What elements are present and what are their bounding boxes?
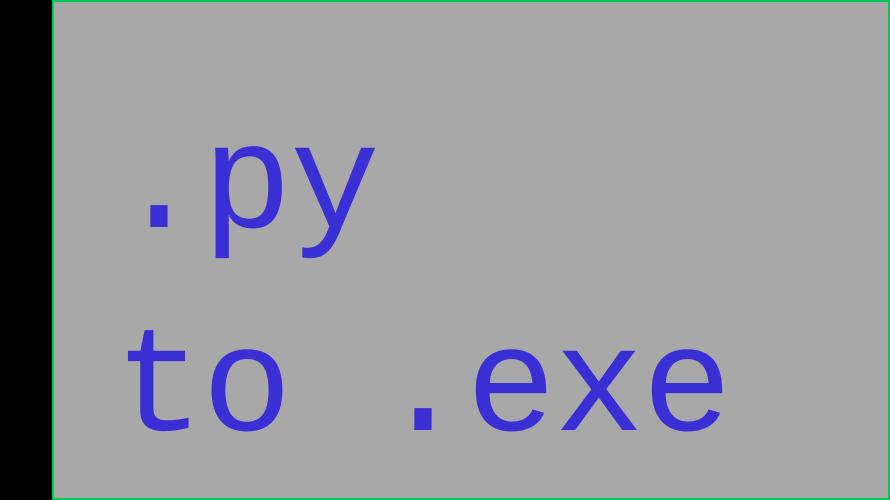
- title-line-2: to .exe: [114, 290, 730, 493]
- canvas-panel: .py to .exe: [52, 0, 890, 500]
- title-line-1: .py: [114, 87, 730, 290]
- title-text: .py to .exe: [114, 87, 730, 492]
